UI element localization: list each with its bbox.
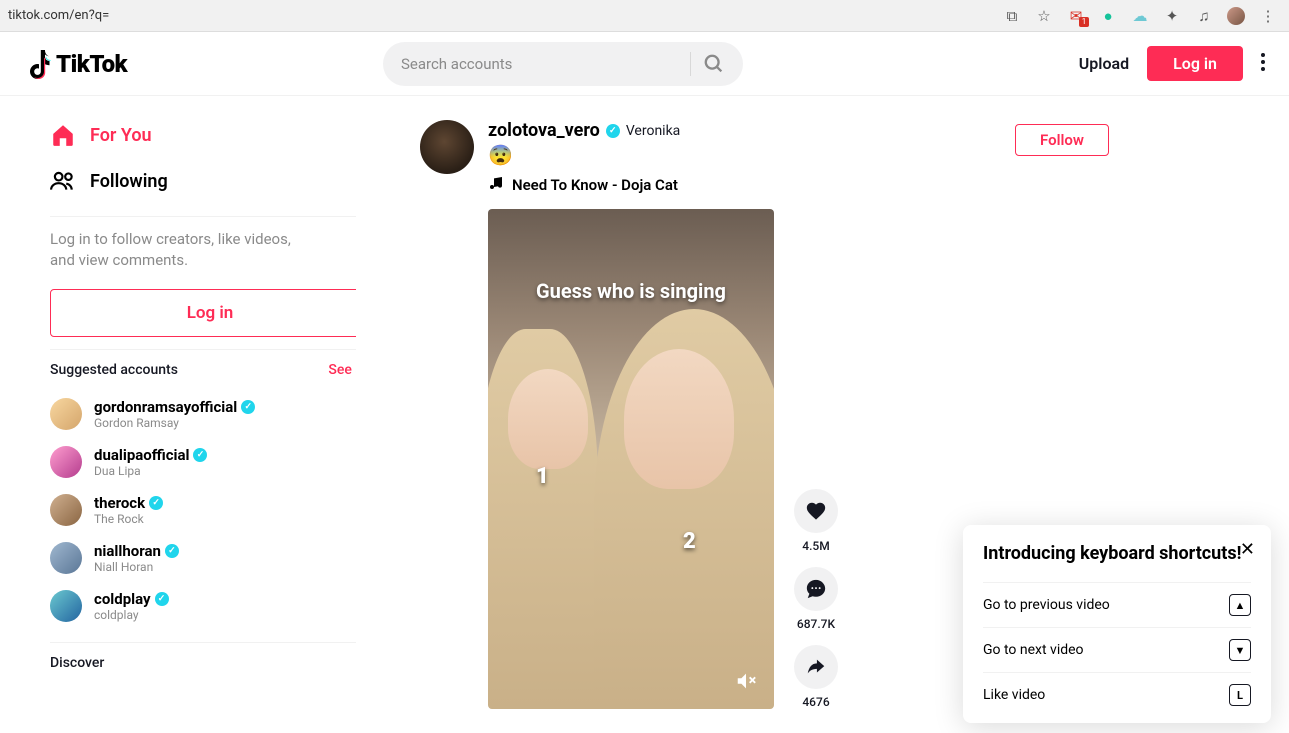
suggested-account[interactable]: dualipaofficial Dua Lipa: [50, 438, 356, 486]
account-handle: gordonramsayofficial: [94, 398, 237, 416]
suggested-account[interactable]: gordonramsayofficial Gordon Ramsay: [50, 390, 356, 438]
login-prompt: Log in to follow creators, like videos, …: [50, 229, 356, 271]
header-login-button[interactable]: Log in: [1147, 46, 1243, 81]
discover-title: Discover: [50, 655, 356, 671]
post-display-name: Veronika: [626, 123, 680, 139]
nav-label: For You: [90, 125, 152, 146]
video-player[interactable]: Guess who is singing 1 2: [488, 209, 774, 709]
upload-link[interactable]: Upload: [1079, 54, 1129, 73]
share-button[interactable]: [794, 645, 838, 689]
divider: [50, 216, 356, 217]
browser-icons: ⧉ ☆ ✉1 ● ☁ ✦ ♫ ⋮: [1003, 7, 1277, 25]
mute-icon[interactable]: [732, 667, 760, 695]
nav-for-you[interactable]: For You: [50, 112, 356, 158]
sidebar: For You Following Log in to follow creat…: [0, 96, 356, 733]
verified-icon: [149, 496, 163, 510]
account-handle: coldplay: [94, 590, 151, 608]
avatar: [50, 398, 82, 430]
avatar: [50, 446, 82, 478]
shortcut-label: Go to previous video: [983, 597, 1110, 613]
sidebar-login-button[interactable]: Log in: [50, 289, 356, 337]
more-icon[interactable]: [1261, 53, 1265, 75]
suggested-account[interactable]: therock The Rock: [50, 486, 356, 534]
post-handle[interactable]: zolotova_vero: [488, 120, 600, 141]
video-actions: 4.5M 687.7K 4676: [794, 489, 838, 709]
music-icon: [488, 175, 504, 195]
account-name: Gordon Ramsay: [94, 416, 255, 430]
account-handle: dualipaofficial: [94, 446, 189, 464]
like-button[interactable]: [794, 489, 838, 533]
app-header: TikTok Upload Log in: [0, 32, 1289, 96]
suggested-account[interactable]: coldplay coldplay: [50, 582, 356, 630]
shortcut-label: Like video: [983, 687, 1045, 703]
search-divider: [690, 52, 691, 76]
people-icon: [50, 168, 78, 194]
music-list-icon[interactable]: ♫: [1195, 7, 1213, 25]
video-num-1: 1: [536, 464, 549, 489]
suggested-title: Suggested accounts: [50, 362, 178, 378]
nav-label: Following: [90, 171, 168, 192]
search-icon[interactable]: [703, 53, 725, 75]
shortcut-row: Like video L: [983, 672, 1251, 717]
verified-icon: [241, 400, 255, 414]
profile-avatar-icon[interactable]: [1227, 7, 1245, 25]
search-box[interactable]: [383, 42, 743, 86]
key-badge: ▼: [1229, 639, 1251, 661]
account-handle: niallhoran: [94, 542, 161, 560]
shortcuts-popup: ✕ Introducing keyboard shortcuts! Go to …: [963, 525, 1271, 723]
shortcut-row: Go to previous video ▲: [983, 582, 1251, 627]
open-external-icon[interactable]: ⧉: [1003, 7, 1021, 25]
search-input[interactable]: [401, 55, 678, 73]
account-name: Niall Horan: [94, 560, 179, 574]
tiktok-note-icon: [24, 49, 52, 79]
comment-button[interactable]: [794, 567, 838, 611]
avatar: [50, 542, 82, 574]
post-caption: 😨: [488, 143, 1289, 167]
home-icon: [50, 122, 78, 148]
cloud-icon[interactable]: ☁: [1131, 7, 1149, 25]
logo[interactable]: TikTok: [24, 49, 127, 79]
nav-following[interactable]: Following: [50, 158, 356, 204]
verified-icon: [193, 448, 207, 462]
shortcut-row: Go to next video ▼: [983, 627, 1251, 672]
shortcuts-title: Introducing keyboard shortcuts!: [983, 543, 1251, 564]
verified-icon: [155, 592, 169, 606]
see-all-link[interactable]: See all: [328, 362, 356, 378]
video-num-2: 2: [683, 529, 696, 554]
star-icon[interactable]: ☆: [1035, 7, 1053, 25]
verified-icon: [606, 124, 620, 138]
kebab-icon[interactable]: ⋮: [1259, 7, 1277, 25]
key-badge: L: [1229, 684, 1251, 706]
puzzle-icon[interactable]: ✦: [1163, 7, 1181, 25]
like-count: 4.5M: [802, 539, 829, 553]
suggested-account[interactable]: niallhoran Niall Horan: [50, 534, 356, 582]
follow-button[interactable]: Follow: [1015, 124, 1109, 156]
url-bar[interactable]: tiktok.com/en?q=: [8, 8, 1003, 23]
avatar: [50, 590, 82, 622]
comment-count: 687.7K: [797, 617, 835, 631]
post-music[interactable]: Need To Know - Doja Cat: [488, 175, 1289, 195]
grammarly-icon[interactable]: ●: [1099, 7, 1117, 25]
feed: Follow zolotova_vero Veronika 😨 Need: [356, 96, 1289, 733]
divider: [50, 642, 356, 643]
browser-chrome: tiktok.com/en?q= ⧉ ☆ ✉1 ● ☁ ✦ ♫ ⋮: [0, 0, 1289, 32]
key-badge: ▲: [1229, 594, 1251, 616]
account-handle: therock: [94, 494, 145, 512]
avatar: [50, 494, 82, 526]
music-title: Need To Know - Doja Cat: [512, 176, 678, 194]
share-count: 4676: [802, 695, 829, 709]
divider: [50, 349, 356, 350]
account-name: coldplay: [94, 608, 169, 622]
gmail-icon[interactable]: ✉1: [1067, 7, 1085, 25]
shortcut-label: Go to next video: [983, 642, 1084, 658]
close-icon[interactable]: ✕: [1240, 539, 1255, 560]
account-name: Dua Lipa: [94, 464, 207, 478]
verified-icon: [165, 544, 179, 558]
account-name: The Rock: [94, 512, 163, 526]
post-avatar[interactable]: [420, 120, 474, 174]
video-overlay-text: Guess who is singing: [488, 279, 774, 303]
logo-text: TikTok: [56, 50, 127, 78]
